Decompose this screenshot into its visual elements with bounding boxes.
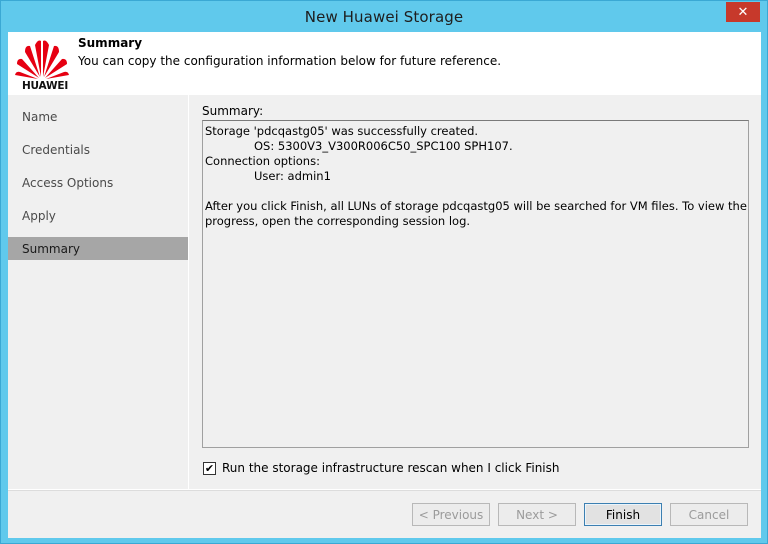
summary-label: Summary: xyxy=(202,104,264,118)
finish-button[interactable]: Finish xyxy=(584,503,662,526)
cancel-button[interactable]: Cancel xyxy=(670,503,748,526)
wizard-steps-sidebar: Name Credentials Access Options Apply Su… xyxy=(8,95,188,489)
summary-line: Connection options: xyxy=(205,154,320,168)
window-title: New Huawei Storage xyxy=(304,7,464,26)
next-button[interactable]: Next > xyxy=(498,503,576,526)
summary-textbox[interactable]: Storage 'pdcqastg05' was successfully cr… xyxy=(202,120,749,448)
page-subtitle: You can copy the configuration informati… xyxy=(78,54,502,68)
title-bar[interactable]: New Huawei Storage ✕ xyxy=(1,1,767,32)
step-credentials[interactable]: Credentials xyxy=(8,138,188,161)
checkmark-icon: ✔ xyxy=(204,461,215,475)
summary-line: progress, open the corresponding session… xyxy=(205,214,471,228)
wizard-footer: < Previous Next > Finish Cancel xyxy=(8,490,761,538)
rescan-option[interactable]: ✔ Run the storage infrastructure rescan … xyxy=(203,461,560,475)
step-label: Credentials xyxy=(22,142,91,157)
step-summary[interactable]: Summary xyxy=(8,237,188,260)
huawei-logo-text: HUAWEI xyxy=(21,80,69,92)
close-icon: ✕ xyxy=(737,4,749,20)
rescan-checkbox[interactable]: ✔ xyxy=(203,461,216,475)
wizard-window: New Huawei Storage ✕ HUAWEI Summary You … xyxy=(0,0,768,544)
step-label: Summary xyxy=(22,241,80,256)
summary-line: Storage 'pdcqastg05' was successfully cr… xyxy=(205,124,479,138)
close-button[interactable]: ✕ xyxy=(726,2,760,22)
summary-line xyxy=(205,184,746,199)
summary-line: After you click Finish, all LUNs of stor… xyxy=(205,199,747,213)
huawei-logo: HUAWEI xyxy=(14,37,70,92)
wizard-content: Summary: Storage 'pdcqastg05' was succes… xyxy=(189,95,761,489)
rescan-checkbox-label[interactable]: Run the storage infrastructure rescan wh… xyxy=(222,461,560,475)
wizard-client-area: HUAWEI Summary You can copy the configur… xyxy=(8,32,761,538)
step-label: Name xyxy=(22,109,58,124)
summary-line: OS: 5300V3_V300R006C50_SPC100 SPH107. xyxy=(254,139,513,153)
page-title: Summary xyxy=(78,36,143,50)
step-name[interactable]: Name xyxy=(8,105,188,128)
huawei-flower-icon xyxy=(15,40,69,79)
step-label: Access Options xyxy=(22,175,114,190)
wizard-header: HUAWEI Summary You can copy the configur… xyxy=(8,32,761,95)
previous-button[interactable]: < Previous xyxy=(412,503,490,526)
step-apply[interactable]: Apply xyxy=(8,204,188,227)
summary-line: User: admin1 xyxy=(254,169,331,183)
step-label: Apply xyxy=(22,208,56,223)
step-access-options[interactable]: Access Options xyxy=(8,171,188,194)
